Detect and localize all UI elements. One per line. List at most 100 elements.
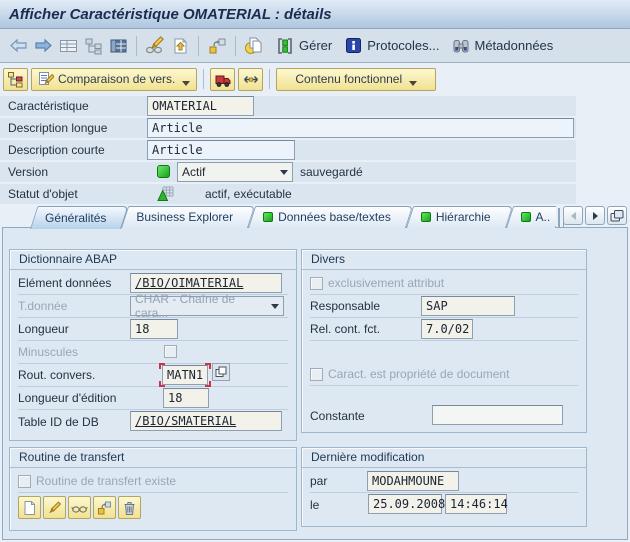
- tab-business-explorer[interactable]: Business Explorer: [121, 206, 248, 228]
- display-routine-button[interactable]: [68, 496, 91, 519]
- overlapping-pages-icon: [214, 365, 228, 379]
- tab-scroll-left-button[interactable]: [563, 206, 583, 225]
- row-description-courte: Description courte Article: [0, 140, 576, 160]
- trash-icon: [122, 500, 137, 516]
- chevron-right-icon: [593, 212, 598, 220]
- create-routine-button[interactable]: [18, 496, 41, 519]
- system-toolbar: Gérer Protocoles... Métadonnées: [0, 29, 630, 63]
- menu-arrow-icon: [409, 81, 417, 86]
- longueur-field[interactable]: 18: [130, 319, 178, 339]
- row-exclusivement-attribut: exclusivement attribut: [310, 272, 578, 295]
- group-title: Routine de transfert: [10, 448, 296, 468]
- rout-convers-cursor: MATN1: [159, 363, 230, 387]
- constante-field[interactable]: [432, 405, 563, 425]
- caracteristique-label: Caractéristique: [8, 99, 89, 113]
- toolbar-separator: [136, 36, 137, 56]
- glasses-icon: [71, 500, 88, 515]
- toolbar-separator: [198, 36, 199, 56]
- metadonnees-button[interactable]: Métadonnées: [451, 36, 554, 56]
- hierarchy-button[interactable]: [3, 68, 28, 91]
- row-longueur: Longueur 18: [18, 318, 288, 341]
- tab-content-panel: Dictionnaire ABAP Elément données /BIO/O…: [2, 227, 628, 540]
- tab-list-button[interactable]: [607, 206, 627, 225]
- modification-time-field[interactable]: 14:46:14: [445, 494, 507, 514]
- rel-cont-fct-field[interactable]: 7.0/02: [421, 319, 473, 339]
- tab-generalites[interactable]: Généralités: [30, 206, 121, 229]
- chevron-down-icon: [276, 163, 292, 181]
- green-led-icon: [263, 212, 273, 222]
- tab-hierarchie[interactable]: Hiérarchie: [406, 206, 506, 228]
- page-up-icon[interactable]: [170, 36, 190, 56]
- version-note: sauvegardé: [300, 165, 363, 179]
- routine-existe-checkbox[interactable]: [18, 475, 31, 488]
- overview-icon[interactable]: [58, 36, 78, 56]
- gerer-button[interactable]: Gérer: [275, 36, 332, 56]
- hierarchy-icon[interactable]: [83, 36, 103, 56]
- transport-button[interactable]: [210, 68, 235, 91]
- row-version: Version Actif sauvegardé: [0, 162, 576, 182]
- forward-icon[interactable]: [33, 36, 53, 56]
- version-dropdown[interactable]: Actif: [177, 162, 293, 182]
- edit-routine-button[interactable]: [43, 496, 66, 519]
- tab-scroll-right-button[interactable]: [585, 206, 605, 225]
- statut-value: actif, exécutable: [205, 187, 292, 201]
- new-page-icon: [22, 500, 37, 516]
- minuscules-checkbox[interactable]: [164, 345, 177, 358]
- application-toolbar: Comparaison de vers. Contenu fonctionnel: [0, 64, 630, 94]
- compare-icon: [38, 71, 54, 87]
- row-modifie-le: le 25.09.2008 14:46:14: [310, 493, 578, 516]
- exclusivement-attribut-checkbox[interactable]: [310, 277, 323, 290]
- info-icon: [343, 36, 363, 56]
- description-courte-field[interactable]: Article: [147, 140, 295, 160]
- modifie-par-field[interactable]: MODAHMOUNE: [367, 471, 459, 491]
- row-description-longue: Description longue Article: [0, 118, 576, 138]
- green-led-icon: [157, 165, 170, 178]
- description-longue-field[interactable]: Article: [147, 118, 574, 138]
- rout-convers-field[interactable]: MATN1: [162, 365, 208, 385]
- copy-routine-button[interactable]: [93, 496, 116, 519]
- row-table-id-db: Table ID de DB /BIO/SMATERIAL: [18, 410, 288, 433]
- contenu-fonctionnel-button[interactable]: Contenu fonctionnel: [276, 68, 436, 91]
- transport-copy-icon[interactable]: [207, 36, 227, 56]
- protocoles-button[interactable]: Protocoles...: [343, 36, 439, 56]
- comparaison-button[interactable]: Comparaison de vers.: [31, 68, 197, 91]
- move-button[interactable]: [238, 68, 263, 91]
- modification-date-field[interactable]: 25.09.2008: [368, 494, 442, 514]
- caracteristique-field[interactable]: OMATERIAL: [147, 96, 254, 116]
- delete-routine-button[interactable]: [118, 496, 141, 519]
- caract-propriete-document-checkbox[interactable]: [310, 368, 323, 381]
- possible-entries-button[interactable]: [212, 363, 230, 381]
- row-modifie-par: par MODAHMOUNE: [310, 470, 578, 493]
- description-longue-label: Description longue: [8, 121, 107, 135]
- tab-donnees-base-textes[interactable]: Données base/textes: [248, 206, 406, 228]
- tdonnee-dropdown[interactable]: CHAR - Chaîne de cara...: [130, 296, 284, 316]
- grid-icon[interactable]: [108, 36, 128, 56]
- routine-buttons: [18, 496, 288, 519]
- longueur-edition-field[interactable]: 18: [163, 388, 209, 408]
- row-rel-cont-fct: Rel. cont. fct. 7.0/02: [310, 318, 578, 341]
- tab-scroll-controls: [563, 206, 627, 225]
- row-routine-existe: Routine de transfert existe: [18, 470, 288, 493]
- group-title: Divers: [302, 250, 586, 270]
- copy-pages-icon[interactable]: [244, 36, 264, 56]
- page-title: Afficher Caractéristique OMATERIAL : dét…: [9, 6, 332, 23]
- row-tdonnee: T.donnée CHAR - Chaîne de cara...: [18, 295, 288, 318]
- binoculars-icon: [451, 36, 471, 56]
- tab-attributs-clipped[interactable]: A..: [506, 206, 556, 228]
- row-minuscules: Minuscules: [18, 341, 288, 364]
- row-responsable: Responsable SAP: [310, 295, 578, 318]
- tab-strip: Généralités Business Explorer Données ba…: [0, 205, 630, 228]
- element-donnees-field[interactable]: /BIO/OIMATERIAL: [130, 273, 282, 293]
- chevron-left-icon: [571, 212, 576, 220]
- responsable-field[interactable]: SAP: [421, 296, 515, 316]
- group-derniere-modification: Dernière modification par MODAHMOUNE le …: [301, 447, 587, 527]
- row-caract-propriete-document: Caract. est propriété de document: [310, 363, 578, 386]
- table-id-db-field[interactable]: /BIO/SMATERIAL: [130, 411, 282, 431]
- green-led-icon: [521, 212, 531, 222]
- toolbar-separator: [269, 69, 270, 89]
- back-icon[interactable]: [8, 36, 28, 56]
- display-change-icon[interactable]: [145, 36, 165, 56]
- row-caracteristique: Caractéristique OMATERIAL: [0, 96, 576, 116]
- row-statut: Statut d'objet actif, exécutable: [0, 184, 576, 204]
- group-title: Dictionnaire ABAP: [10, 250, 296, 270]
